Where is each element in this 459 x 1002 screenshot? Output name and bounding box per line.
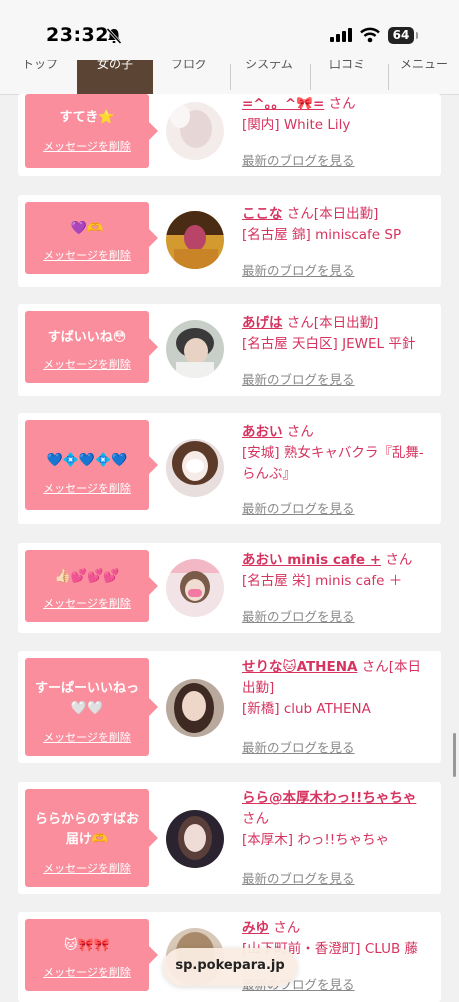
signal-icon bbox=[330, 28, 352, 42]
message-text: 💜🫶 bbox=[70, 221, 104, 236]
message-card: すてき⭐ メッセージを削除 =^。。^🎀= さん [関内] White Lily… bbox=[18, 94, 441, 176]
clock: 23:32 bbox=[46, 24, 109, 46]
sender-info: ここな さん[本日出勤] [名古屋 錦] miniscafe SP bbox=[242, 204, 434, 246]
message-bubble: 💙💠💙💠💙 メッセージを削除 bbox=[25, 420, 158, 510]
sender-name-link[interactable]: あおい minis cafe + bbox=[242, 552, 381, 568]
latest-blog-link[interactable]: 最新のブログを見る bbox=[242, 369, 355, 388]
delete-message-link[interactable]: メッセージを削除 bbox=[25, 964, 149, 980]
shop-name: [安城] 熟女キャバクラ『乱舞-らんぶ』 bbox=[242, 445, 424, 482]
sender-name-link[interactable]: みゆ bbox=[242, 920, 269, 936]
nav-divider bbox=[310, 64, 311, 90]
avatar[interactable] bbox=[166, 810, 224, 868]
scrollbar[interactable] bbox=[453, 733, 456, 777]
delete-message-link[interactable]: メッセージを削除 bbox=[25, 480, 149, 496]
silent-bell-icon bbox=[106, 27, 122, 45]
sender-suffix: さん bbox=[385, 552, 413, 568]
tab-top[interactable]: トップ bbox=[16, 60, 64, 94]
avatar[interactable] bbox=[166, 320, 224, 378]
message-text: ららからのすばお bbox=[34, 812, 139, 827]
battery-tip bbox=[416, 32, 418, 39]
shop-name: [本厚木] わっ!!ちゃちゃ bbox=[242, 832, 390, 848]
tab-system[interactable]: システム bbox=[238, 60, 300, 94]
sender-name-link[interactable]: あおい bbox=[242, 424, 283, 440]
delete-message-link[interactable]: メッセージを削除 bbox=[25, 138, 149, 154]
tab-blog[interactable]: ブログ bbox=[160, 60, 218, 94]
sender-info: =^。。^🎀= さん [関内] White Lily bbox=[242, 94, 434, 136]
sender-info: らら@本厚木わっ!!ちゃちゃ さん [本厚木] わっ!!ちゃちゃ bbox=[242, 788, 434, 851]
sender-suffix: さん bbox=[328, 96, 356, 112]
tab-girls[interactable]: 女の子 bbox=[77, 60, 153, 94]
sender-info: あげは さん[本日出勤] [名古屋 天白区] JEWEL 平針 bbox=[242, 313, 434, 355]
message-bubble: すーぱーいいねっ 🤍🤍 メッセージを削除 bbox=[25, 658, 158, 756]
sender-suffix: さん[本日出勤] bbox=[286, 315, 379, 331]
latest-blog-link[interactable]: 最新のブログを見る bbox=[242, 868, 355, 887]
message-bubble: ららからのすばお 届け🫶 メッセージを削除 bbox=[25, 789, 158, 887]
message-card: 💙💠💙💠💙 メッセージを削除 あおい さん [安城] 熟女キャバクラ『乱舞-らん… bbox=[18, 413, 441, 524]
sender-info: せりな🐱ATHENA さん[本日出勤] [新橋] club ATHENA bbox=[242, 657, 434, 720]
latest-blog-link[interactable]: 最新のブログを見る bbox=[242, 606, 355, 625]
message-text: すてき⭐ bbox=[59, 110, 115, 125]
message-bubble: 💜🫶 メッセージを削除 bbox=[25, 202, 158, 274]
delete-message-link[interactable]: メッセージを削除 bbox=[25, 356, 149, 372]
latest-blog-link[interactable]: 最新のブログを見る bbox=[242, 498, 355, 517]
sender-name-link[interactable]: せりな🐱ATHENA bbox=[242, 659, 357, 675]
avatar[interactable] bbox=[166, 679, 224, 737]
latest-blog-link[interactable]: 最新のブログを見る bbox=[242, 260, 355, 279]
wifi-icon bbox=[360, 27, 380, 43]
message-bubble: 🐱🎀🎀 メッセージを削除 bbox=[25, 919, 158, 991]
address-bar[interactable]: sp.pokepara.jp bbox=[163, 948, 297, 986]
sender-suffix: さん bbox=[273, 920, 301, 936]
battery-icon: 64 bbox=[388, 27, 414, 44]
address-domain: sp.pokepara.jp bbox=[175, 958, 285, 973]
shop-name: [名古屋 栄] minis cafe ＋ bbox=[242, 573, 403, 589]
shop-name: [関内] White Lily bbox=[242, 117, 351, 133]
shop-name: [名古屋 錦] miniscafe SP bbox=[242, 227, 402, 243]
message-text: すーぱーいいねっ bbox=[34, 681, 139, 696]
sender-info: あおい minis cafe + さん [名古屋 栄] minis cafe ＋ bbox=[242, 550, 434, 592]
message-bubble: すばいいね😳 メッセージを削除 bbox=[25, 311, 158, 383]
message-bubble: 👍🏻💕💕💕 メッセージを削除 bbox=[25, 550, 158, 622]
message-text: 🐱🎀🎀 bbox=[64, 938, 110, 953]
message-text: 👍🏻💕💕💕 bbox=[54, 569, 120, 584]
message-card: ららからのすばお 届け🫶 メッセージを削除 らら@本厚木わっ!!ちゃちゃ さん … bbox=[18, 782, 441, 894]
latest-blog-link[interactable]: 最新のブログを見る bbox=[242, 737, 355, 756]
shop-name: [新橋] club ATHENA bbox=[242, 701, 371, 717]
avatar[interactable] bbox=[166, 439, 224, 497]
tab-menu[interactable]: メニュー bbox=[394, 60, 454, 94]
sender-suffix: さん bbox=[242, 811, 269, 827]
delete-message-link[interactable]: メッセージを削除 bbox=[25, 595, 149, 611]
sender-name-link[interactable]: あげは bbox=[242, 315, 283, 331]
sender-name-link[interactable]: =^。。^🎀= bbox=[242, 96, 324, 112]
shop-name: [名古屋 天白区] JEWEL 平針 bbox=[242, 336, 416, 352]
avatar[interactable] bbox=[166, 211, 224, 269]
message-text: すばいいね😳 bbox=[47, 330, 127, 345]
avatar[interactable] bbox=[166, 559, 224, 617]
message-card: すばいいね😳 メッセージを削除 あげは さん[本日出勤] [名古屋 天白区] J… bbox=[18, 304, 441, 396]
delete-message-link[interactable]: メッセージを削除 bbox=[25, 860, 149, 876]
avatar[interactable] bbox=[166, 102, 224, 160]
sender-info: あおい さん [安城] 熟女キャバクラ『乱舞-らんぶ』 bbox=[242, 422, 434, 485]
nav-tabs: トップ 女の子 ブログ システム 口コミ メニュー bbox=[0, 60, 459, 95]
message-card: 👍🏻💕💕💕 メッセージを削除 あおい minis cafe + さん [名古屋 … bbox=[18, 543, 441, 633]
message-text: 届け🫶 bbox=[65, 832, 109, 847]
sender-name-link[interactable]: ここな bbox=[242, 206, 283, 222]
delete-message-link[interactable]: メッセージを削除 bbox=[25, 247, 149, 263]
latest-blog-link[interactable]: 最新のブログを見る bbox=[242, 150, 355, 169]
status-bar: 23:32 64 bbox=[0, 0, 459, 60]
tab-reviews[interactable]: 口コミ bbox=[318, 60, 376, 94]
message-card: 💜🫶 メッセージを削除 ここな さん[本日出勤] [名古屋 錦] minisca… bbox=[18, 195, 441, 287]
message-text: 💙💠💙💠💙 bbox=[46, 453, 128, 468]
delete-message-link[interactable]: メッセージを削除 bbox=[25, 729, 149, 745]
message-bubble: すてき⭐ メッセージを削除 bbox=[25, 94, 158, 168]
message-card: すーぱーいいねっ 🤍🤍 メッセージを削除 せりな🐱ATHENA さん[本日出勤]… bbox=[18, 651, 441, 763]
sender-suffix: さん bbox=[286, 424, 314, 440]
sender-name-link[interactable]: らら@本厚木わっ!!ちゃちゃ bbox=[242, 790, 416, 806]
message-text: 🤍🤍 bbox=[70, 701, 104, 716]
sender-suffix: さん[本日出勤] bbox=[286, 206, 379, 222]
nav-divider bbox=[230, 64, 231, 90]
nav-divider bbox=[388, 64, 389, 90]
